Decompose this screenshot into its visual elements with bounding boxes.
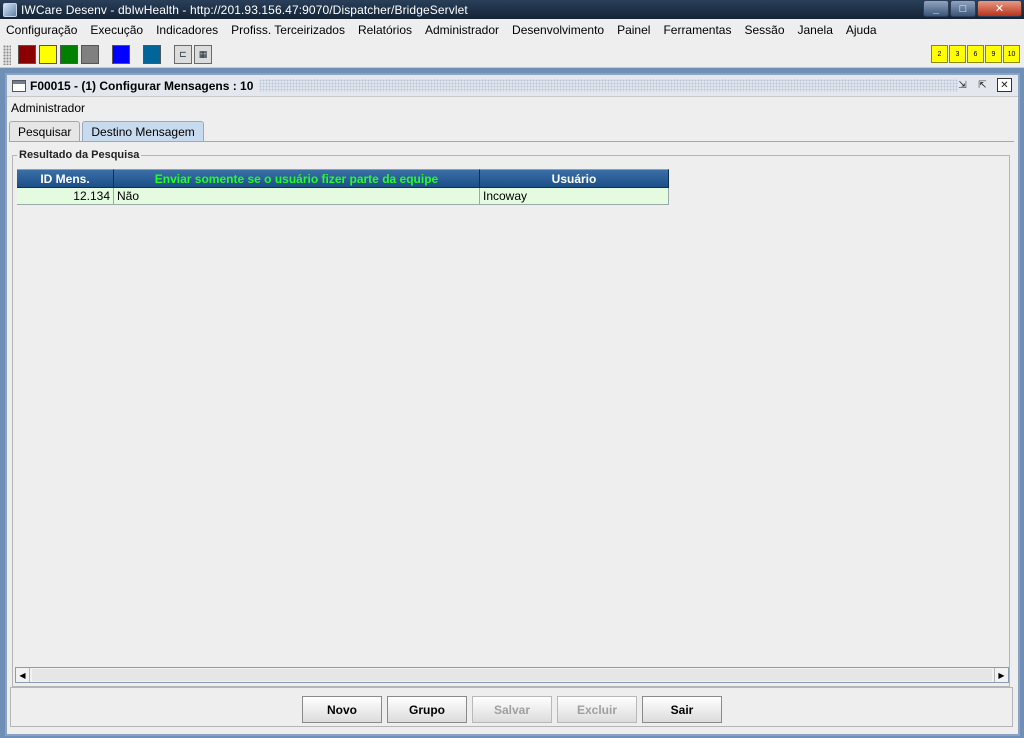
window-shortcut-6[interactable]: 6 (967, 45, 984, 63)
sair-button[interactable]: Sair (642, 696, 722, 723)
frame-title-bar: F00015 - (1) Configurar Mensagens : 10 ⇲… (7, 75, 1018, 96)
frame-header: Administrador (7, 96, 1018, 118)
title-drag-area[interactable] (259, 79, 958, 92)
internal-frame: F00015 - (1) Configurar Mensagens : 10 ⇲… (5, 73, 1020, 736)
menu-janela[interactable]: Janela (798, 23, 833, 37)
menu-relatorios[interactable]: Relatórios (358, 23, 412, 37)
excluir-button[interactable]: Excluir (557, 696, 637, 723)
menu-sessao[interactable]: Sessão (744, 23, 784, 37)
frame-minimize-icon[interactable]: ⇲ (955, 78, 970, 92)
window-shortcut-3[interactable]: 3 (949, 45, 966, 63)
menu-indicadores[interactable]: Indicadores (156, 23, 218, 37)
minimize-button[interactable]: _ (923, 0, 949, 17)
window-shortcut-10[interactable]: 10 (1003, 45, 1020, 63)
frame-maximize-icon[interactable]: ⇱ (975, 78, 990, 92)
menu-ajuda[interactable]: Ajuda (846, 23, 877, 37)
menu-administrador[interactable]: Administrador (425, 23, 499, 37)
salvar-button[interactable]: Salvar (472, 696, 552, 723)
tree-view-icon[interactable]: ⊏ (174, 45, 192, 64)
app-icon (3, 2, 17, 17)
tab-destino-mensagem[interactable]: Destino Mensagem (82, 121, 204, 142)
window-shortcut-2[interactable]: 2 (931, 45, 948, 63)
grupo-button[interactable]: Grupo (387, 696, 467, 723)
cell-enviar[interactable]: Não (114, 188, 480, 205)
toolbar: ⊏ ▦ 2 3 6 9 10 (0, 41, 1024, 68)
window-shortcut-9[interactable]: 9 (985, 45, 1002, 63)
horizontal-scrollbar[interactable]: ◀ ▶ (15, 667, 1009, 683)
scroll-thumb[interactable] (32, 669, 992, 681)
maximize-button[interactable]: □ (950, 0, 976, 17)
column-header-id[interactable]: ID Mens. (17, 169, 114, 188)
app-title-bar: IWCare Desenv - dbIwHealth - http://201.… (0, 0, 1024, 19)
scroll-left-icon[interactable]: ◀ (16, 668, 30, 682)
tab-pesquisar[interactable]: Pesquisar (9, 121, 81, 142)
tab-divider (9, 141, 1014, 142)
table-row[interactable]: 12.134 Não Incoway (17, 188, 669, 205)
result-group: Resultado da Pesquisa ID Mens. Enviar so… (12, 149, 1010, 687)
table-header: ID Mens. Enviar somente se o usuário fiz… (17, 169, 669, 188)
frame-window-icon (12, 79, 26, 92)
scroll-right-icon[interactable]: ▶ (994, 668, 1008, 682)
menu-execucao[interactable]: Execução (90, 23, 143, 37)
menu-desenvolvimento[interactable]: Desenvolvimento (512, 23, 604, 37)
swatch-blue-button[interactable] (112, 45, 130, 64)
swatch-teal-button[interactable] (143, 45, 161, 64)
results-table: ID Mens. Enviar somente se o usuário fiz… (17, 169, 669, 205)
novo-button[interactable]: Novo (302, 696, 382, 723)
frame-close-icon[interactable]: ✕ (997, 78, 1012, 92)
menu-ferramentas[interactable]: Ferramentas (663, 23, 731, 37)
window-list-icon[interactable]: ▦ (194, 45, 212, 64)
column-header-usuario[interactable]: Usuário (480, 169, 669, 188)
tab-bar: Pesquisar Destino Mensagem (9, 121, 206, 142)
menu-painel[interactable]: Painel (617, 23, 650, 37)
swatch-yellow-button[interactable] (39, 45, 57, 64)
swatch-green-button[interactable] (60, 45, 78, 64)
column-header-enviar[interactable]: Enviar somente se o usuário fizer parte … (114, 169, 480, 188)
toolbar-grip[interactable] (3, 45, 11, 65)
group-label: Resultado da Pesquisa (17, 149, 142, 161)
cell-id[interactable]: 12.134 (17, 188, 114, 205)
button-panel: Novo Grupo Salvar Excluir Sair (10, 687, 1013, 727)
menu-configuracao[interactable]: Configuração (6, 23, 77, 37)
swatch-darkred-button[interactable] (18, 45, 36, 64)
window-title: IWCare Desenv - dbIwHealth - http://201.… (21, 2, 468, 17)
swatch-gray-button[interactable] (81, 45, 99, 64)
menu-bar: Configuração Execução Indicadores Profis… (0, 19, 1024, 41)
frame-title: F00015 - (1) Configurar Mensagens : 10 (30, 78, 258, 93)
menu-profiss-terceirizados[interactable]: Profiss. Terceirizados (231, 23, 345, 37)
close-button[interactable]: ✕ (977, 0, 1022, 17)
cell-usuario[interactable]: Incoway (480, 188, 669, 205)
